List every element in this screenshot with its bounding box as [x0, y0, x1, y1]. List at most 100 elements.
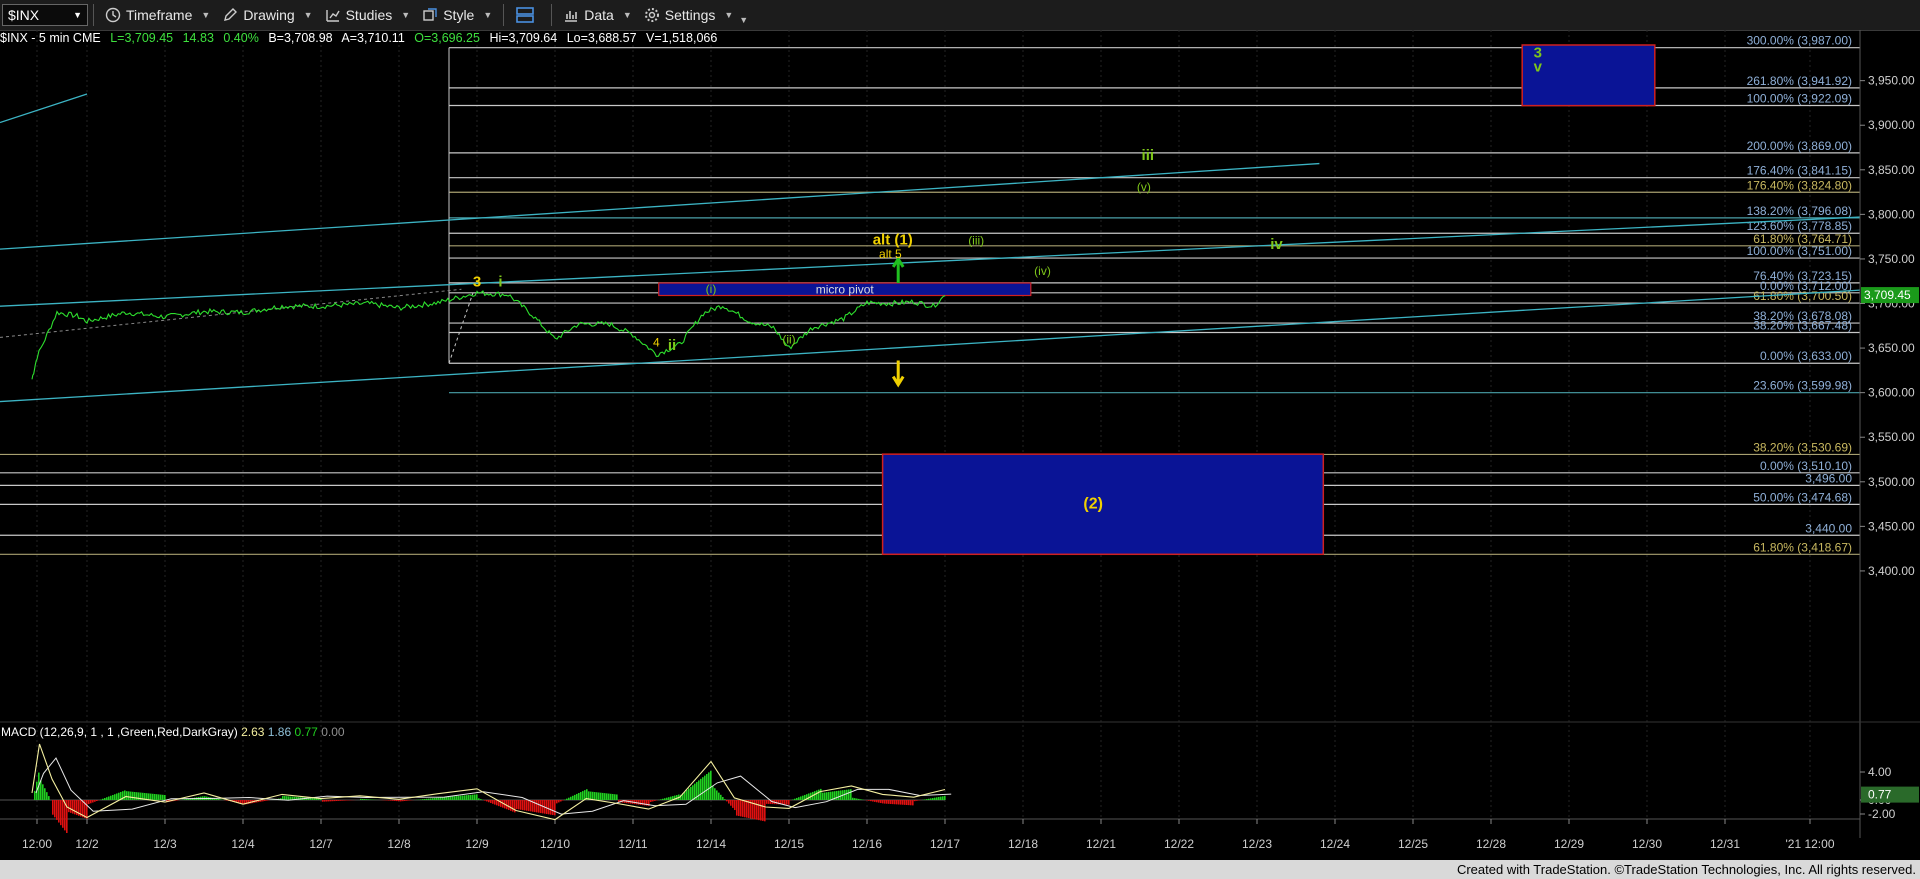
macd-hist-bar — [470, 794, 472, 800]
macd-hist-bar — [592, 791, 594, 800]
time-tick-label: 12/21 — [1086, 837, 1116, 851]
time-tick-label: 12/17 — [930, 837, 960, 851]
macd-hist-bar — [266, 800, 268, 801]
data-button[interactable]: Data ▼ — [557, 0, 638, 30]
macd-hist-bar — [642, 800, 644, 806]
macd-hist-bar — [940, 796, 942, 800]
wave-label: (iii) — [968, 234, 984, 248]
macd-hist-bar — [312, 798, 314, 800]
studies-button[interactable]: Studies ▼ — [319, 0, 417, 30]
macd-hist-bar — [560, 800, 562, 802]
macd-hist-bar — [800, 796, 802, 800]
macd-hist-bar — [598, 792, 600, 800]
price-tick-label: 3,850.00 — [1868, 163, 1915, 177]
macd-hist-bar — [184, 799, 186, 800]
macd-hist-bar — [132, 791, 134, 800]
style-button[interactable]: Style ▼ — [416, 0, 498, 30]
toolbar-divider — [551, 4, 553, 26]
macd-hist-bar — [86, 800, 88, 819]
layout-button[interactable] — [509, 0, 546, 30]
macd-hist-bar — [898, 800, 900, 805]
copyright-bar: Created with TradeStation. ©TradeStation… — [0, 860, 1920, 879]
macd-hist-bar — [788, 800, 790, 805]
chart-header: $INX - 5 min CME L=3,709.45 14.83 0.40% … — [0, 31, 723, 47]
macd-hist-bar — [56, 800, 58, 820]
macd-hist-bar — [732, 800, 734, 808]
macd-hist-bar — [406, 800, 408, 801]
macd-hist-bar — [408, 800, 410, 801]
macd-hist-bar — [924, 799, 926, 800]
macd-hist-bar — [932, 798, 934, 800]
timeframe-button[interactable]: Timeframe ▼ — [99, 0, 216, 30]
macd-hist-bar — [734, 800, 736, 811]
fib-level-label: 61.80% (3,418.67) — [1753, 540, 1852, 554]
wave-label: i — [498, 274, 502, 291]
macd-hist-bar — [72, 800, 74, 814]
macd-hist-bar — [604, 793, 606, 800]
ask-price: A=3,710.11 — [341, 31, 405, 45]
macd-hist-bar — [846, 789, 848, 800]
macd-hist-bar — [802, 795, 804, 800]
caret-down-icon: ▼ — [483, 10, 493, 20]
low-price: Lo=3,688.57 — [566, 31, 637, 45]
macd-hist-bar — [436, 797, 438, 800]
macd-hist-bar — [612, 794, 614, 800]
chevron-down-icon[interactable]: ▼ — [73, 10, 82, 20]
macd-hist-bar — [548, 800, 550, 815]
macd-hist-bar — [404, 800, 406, 801]
settings-button[interactable]: Settings ▼ — [638, 0, 740, 30]
macd-hist-bar — [668, 797, 670, 800]
macd-hist-bar — [528, 800, 530, 812]
macd-hist-bar — [368, 799, 370, 800]
macd-hist-bar — [46, 792, 48, 800]
drawing-button[interactable]: Drawing ▼ — [216, 0, 318, 30]
macd-hist-bar — [538, 800, 540, 813]
macd-hist-bar — [430, 798, 432, 800]
macd-hist-bar — [900, 800, 902, 805]
macd-hist-bar — [478, 798, 480, 800]
macd-hist-bar — [858, 798, 860, 800]
macd-hist-bar — [426, 798, 428, 800]
macd-hist-bar — [816, 790, 818, 800]
macd-hist-bar — [486, 800, 488, 802]
studies-icon — [325, 10, 340, 22]
chart-area[interactable]: 300.00% (3,987.00) 261.80% (3,941.92) 100.… — [0, 30, 1920, 860]
macd-hist-bar — [662, 798, 664, 800]
macd-hist-bar — [654, 800, 656, 801]
macd-hist-bar — [402, 800, 404, 802]
time-tick-label: 12/7 — [309, 837, 333, 851]
macd-hist-bar — [536, 800, 538, 813]
toolbar-divider — [93, 4, 94, 26]
macd-hist-bar — [556, 800, 558, 804]
macd-hist-bar — [366, 799, 368, 800]
macd-hist-bar — [508, 800, 510, 811]
symbol-input[interactable]: $INX ▼ — [2, 4, 88, 26]
studies-label: Studies — [345, 7, 393, 23]
high-price: Hi=3,709.64 — [489, 31, 558, 45]
macd-hist-bar — [552, 800, 554, 815]
macd-hist-bar — [616, 794, 618, 800]
macd-hist-bar — [666, 797, 668, 800]
macd-hist-bar — [886, 800, 888, 804]
overflow-caret-icon[interactable]: ▼ — [739, 15, 748, 25]
copyright-text: Created with TradeStation. ©TradeStation… — [1456, 862, 1916, 877]
fib-level-label: 23.60% (3,599.98) — [1753, 379, 1852, 393]
open-price: O=3,696.25 — [414, 31, 480, 45]
macd-hist-bar — [448, 796, 450, 800]
macd-hist-bar — [92, 800, 94, 803]
macd-hist-bar — [868, 800, 870, 801]
macd-hist-bar — [766, 800, 768, 804]
signal-value: 1.86 — [268, 725, 295, 739]
macd-hist-bar — [594, 792, 596, 800]
macd-hist-bar — [394, 800, 396, 801]
macd-hist-bar — [344, 800, 346, 801]
target-box-wave-3[interactable] — [1521, 44, 1656, 107]
time-tick-label: 12/18 — [1008, 837, 1038, 851]
time-tick-label: 12/3 — [153, 837, 177, 851]
fib-level-label: 38.20% (3,667.48) — [1753, 318, 1852, 332]
macd-hist-bar — [796, 797, 798, 800]
macd-hist-bar — [102, 798, 104, 800]
drawing-label: Drawing — [243, 7, 295, 23]
macd-hist-bar — [74, 800, 76, 815]
macd-hist-bar — [428, 798, 430, 800]
